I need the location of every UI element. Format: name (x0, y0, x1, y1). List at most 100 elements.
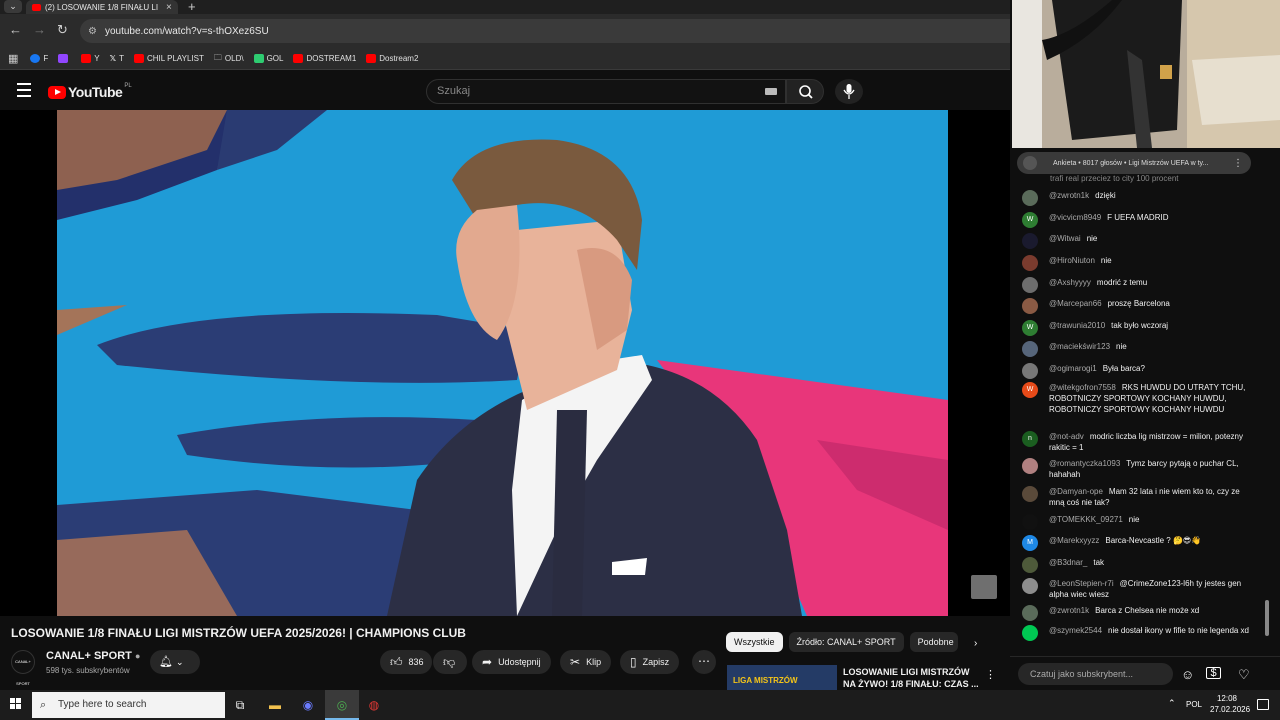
chat-author[interactable]: @Axshyyyy (1049, 278, 1091, 287)
windows-start-icon[interactable] (10, 698, 22, 710)
chat-author[interactable]: @witekgofron7558 (1049, 383, 1116, 392)
more-actions-button[interactable]: ⋯ (692, 650, 716, 674)
youtube-logo[interactable]: YouTube PL (48, 83, 132, 100)
chat-avatar[interactable] (1022, 625, 1038, 641)
clip-button[interactable]: ✂ Klip (560, 650, 612, 674)
chat-author[interactable]: @zwrotn1k (1049, 606, 1089, 615)
address-bar[interactable]: ⚙ youtube.com/watch?v=s-thOXez6SU (80, 19, 1010, 43)
channel-watermark[interactable] (971, 575, 997, 599)
chat-message[interactable]: W @witekgofron7558 RKS HUWDU DO UTRATY TCH… (1022, 382, 1252, 415)
chat-input[interactable]: Czatuj jako subskrybent... (1018, 663, 1173, 685)
chat-avatar[interactable] (1022, 458, 1038, 474)
recommendation-thumbnail[interactable]: LIGA MISTRZÓW (727, 665, 837, 693)
notification-bell-button[interactable]: 🔔︎ ⌄ (150, 650, 200, 674)
chat-message[interactable]: n @not-adv modric liczba lig mistrzow = mi… (1022, 431, 1252, 453)
chat-avatar[interactable] (1022, 233, 1038, 249)
clock[interactable]: 12:08 27.02.2026 (1210, 693, 1250, 715)
chat-message[interactable]: @zwrotn1k Barca z Chelsea nie może xd (1022, 605, 1252, 621)
chat-avatar[interactable]: W (1022, 382, 1038, 398)
taskbar-search-input[interactable]: ⌕ Type here to search (32, 692, 225, 718)
voice-search-button[interactable] (835, 79, 863, 104)
chat-author[interactable]: @maciekświr123 (1049, 342, 1110, 351)
chat-message[interactable]: @Axshyyyy modrić z temu (1022, 277, 1252, 293)
keyboard-icon[interactable] (765, 88, 777, 95)
reload-icon[interactable]: ↻ (57, 22, 68, 38)
chat-message[interactable]: @Damyan-ope Mam 32 lata i nie wiem kto to… (1022, 486, 1252, 508)
video-frame[interactable] (57, 110, 948, 616)
bookmark-twitch[interactable] (58, 54, 71, 63)
chat-avatar[interactable] (1022, 190, 1038, 206)
chat-message[interactable]: @TOMEKKK_09271 nie (1022, 514, 1252, 530)
chat-author[interactable]: @Marcepan66 (1049, 299, 1102, 308)
chat-avatar[interactable] (1022, 277, 1038, 293)
forward-icon[interactable]: → (33, 22, 46, 37)
chat-avatar[interactable] (1022, 514, 1038, 530)
chat-author[interactable]: @Damyan-ope (1049, 487, 1103, 496)
chat-avatar[interactable] (1022, 363, 1038, 379)
file-explorer-icon[interactable]: ▬ (265, 696, 285, 714)
chat-author[interactable]: @LeonStepien-r7i (1049, 579, 1114, 588)
chat-avatar[interactable] (1022, 486, 1038, 502)
chat-message[interactable]: @maciekświr123 nie (1022, 341, 1252, 357)
site-info-icon[interactable]: ⚙ (88, 26, 97, 37)
browser-tab[interactable]: (2) LOSOWANIE 1/8 FINAŁU LI × (26, 0, 178, 14)
recommendation-title[interactable]: LOSOWANIE LIGI MISTRZÓW NA ŻYWO! 1/8 FIN… (843, 666, 983, 690)
chat-author[interactable]: @Marekxyyzz (1049, 536, 1099, 545)
chat-author[interactable]: @B3dnar_ (1049, 558, 1087, 567)
emoji-icon[interactable]: ☺ (1181, 667, 1194, 682)
chat-avatar[interactable]: M (1022, 535, 1038, 551)
chat-avatar[interactable] (1022, 605, 1038, 621)
chat-message[interactable]: @HiroNiuton nie (1022, 255, 1252, 271)
chat-message[interactable]: @ogimarogi1 Była barca? (1022, 363, 1252, 379)
back-icon[interactable]: ← (9, 22, 22, 37)
chat-message[interactable]: M @Marekxyyzz Barca-Nevcastle ? 🤔😎👋 (1022, 535, 1252, 551)
chat-avatar[interactable]: W (1022, 212, 1038, 228)
chat-message[interactable]: @B3dnar_ tak (1022, 557, 1252, 573)
chat-avatar[interactable]: W (1022, 320, 1038, 336)
chat-author[interactable]: @vicvicm8949 (1049, 213, 1101, 222)
bookmark-y[interactable]: Y (81, 54, 100, 63)
chat-author[interactable]: @TOMEKKK_09271 (1049, 515, 1123, 524)
like-button[interactable]: 👍︎ 836 (380, 650, 432, 674)
chat-message[interactable]: @romantyczka1093 Tymz barcy pytają o puch… (1022, 458, 1252, 480)
bookmark-f[interactable]: F (30, 54, 48, 63)
chat-avatar[interactable] (1022, 341, 1038, 357)
chat-message[interactable]: @LeonStepien-r7i @CrimeZone123-l6h ty jes… (1022, 578, 1252, 600)
notification-center-icon[interactable] (1257, 699, 1269, 710)
tab-search-button[interactable]: ⌄ (4, 0, 22, 13)
video-player[interactable] (0, 110, 1010, 616)
chat-avatar[interactable]: n (1022, 431, 1038, 447)
bookmark-old[interactable]: 🗀 OLD\ (214, 52, 244, 66)
chat-author[interactable]: @trawunia2010 (1049, 321, 1105, 330)
chevron-right-icon[interactable]: › (974, 638, 977, 649)
chat-message[interactable]: @Marcepan66 proszę Barcelona (1022, 298, 1252, 314)
super-chat-icon[interactable]: $ (1206, 667, 1221, 679)
chat-avatar[interactable] (1022, 578, 1038, 594)
chip-source[interactable]: Źródło: CANAL+ SPORT (788, 632, 904, 652)
chat-message[interactable]: W @trawunia2010 tak było wczoraj (1022, 320, 1252, 336)
search-input[interactable]: Szukaj (426, 79, 786, 104)
dislike-button[interactable]: 👎︎ (433, 650, 467, 674)
share-button[interactable]: ➦ Udostępnij (472, 650, 551, 674)
poll-banner[interactable]: Ankieta • 8017 głosów • Ligi Mistrzów UE… (1017, 152, 1251, 174)
bookmark-chil-playlist[interactable]: CHIL PLAYLIST (133, 54, 204, 63)
chip-all[interactable]: Wszystkie (726, 632, 783, 652)
chat-author[interactable]: @romantyczka1093 (1049, 459, 1120, 468)
chat-scrollbar[interactable] (1265, 600, 1269, 636)
chat-message[interactable]: @szymek2544 nie dostał ikony w fifie to n… (1022, 625, 1252, 641)
apps-grid-icon[interactable]: ▦ (8, 52, 18, 65)
chat-author[interactable]: @szymek2544 (1049, 626, 1102, 635)
search-button[interactable] (786, 79, 824, 104)
bookmark-dostream1[interactable]: DOSTREAM1 (293, 54, 356, 63)
bookmark-gol[interactable]: GOL (253, 54, 283, 63)
chat-author[interactable]: @ogimarogi1 (1049, 364, 1097, 373)
chat-author[interactable]: @zwrotn1k (1049, 191, 1089, 200)
chat-avatar[interactable] (1022, 298, 1038, 314)
save-button[interactable]: ▯ Zapisz (620, 650, 680, 674)
hamburger-menu-icon[interactable] (17, 83, 31, 101)
bookmark-dostream2[interactable]: Dostream2 (366, 54, 418, 63)
chat-author[interactable]: @HiroNiuton (1049, 256, 1095, 265)
chip-similar[interactable]: Podobne (909, 632, 958, 652)
obs-icon[interactable]: ◍ (364, 696, 384, 714)
channel-name[interactable]: CANAL+ SPORT ● (46, 650, 140, 662)
